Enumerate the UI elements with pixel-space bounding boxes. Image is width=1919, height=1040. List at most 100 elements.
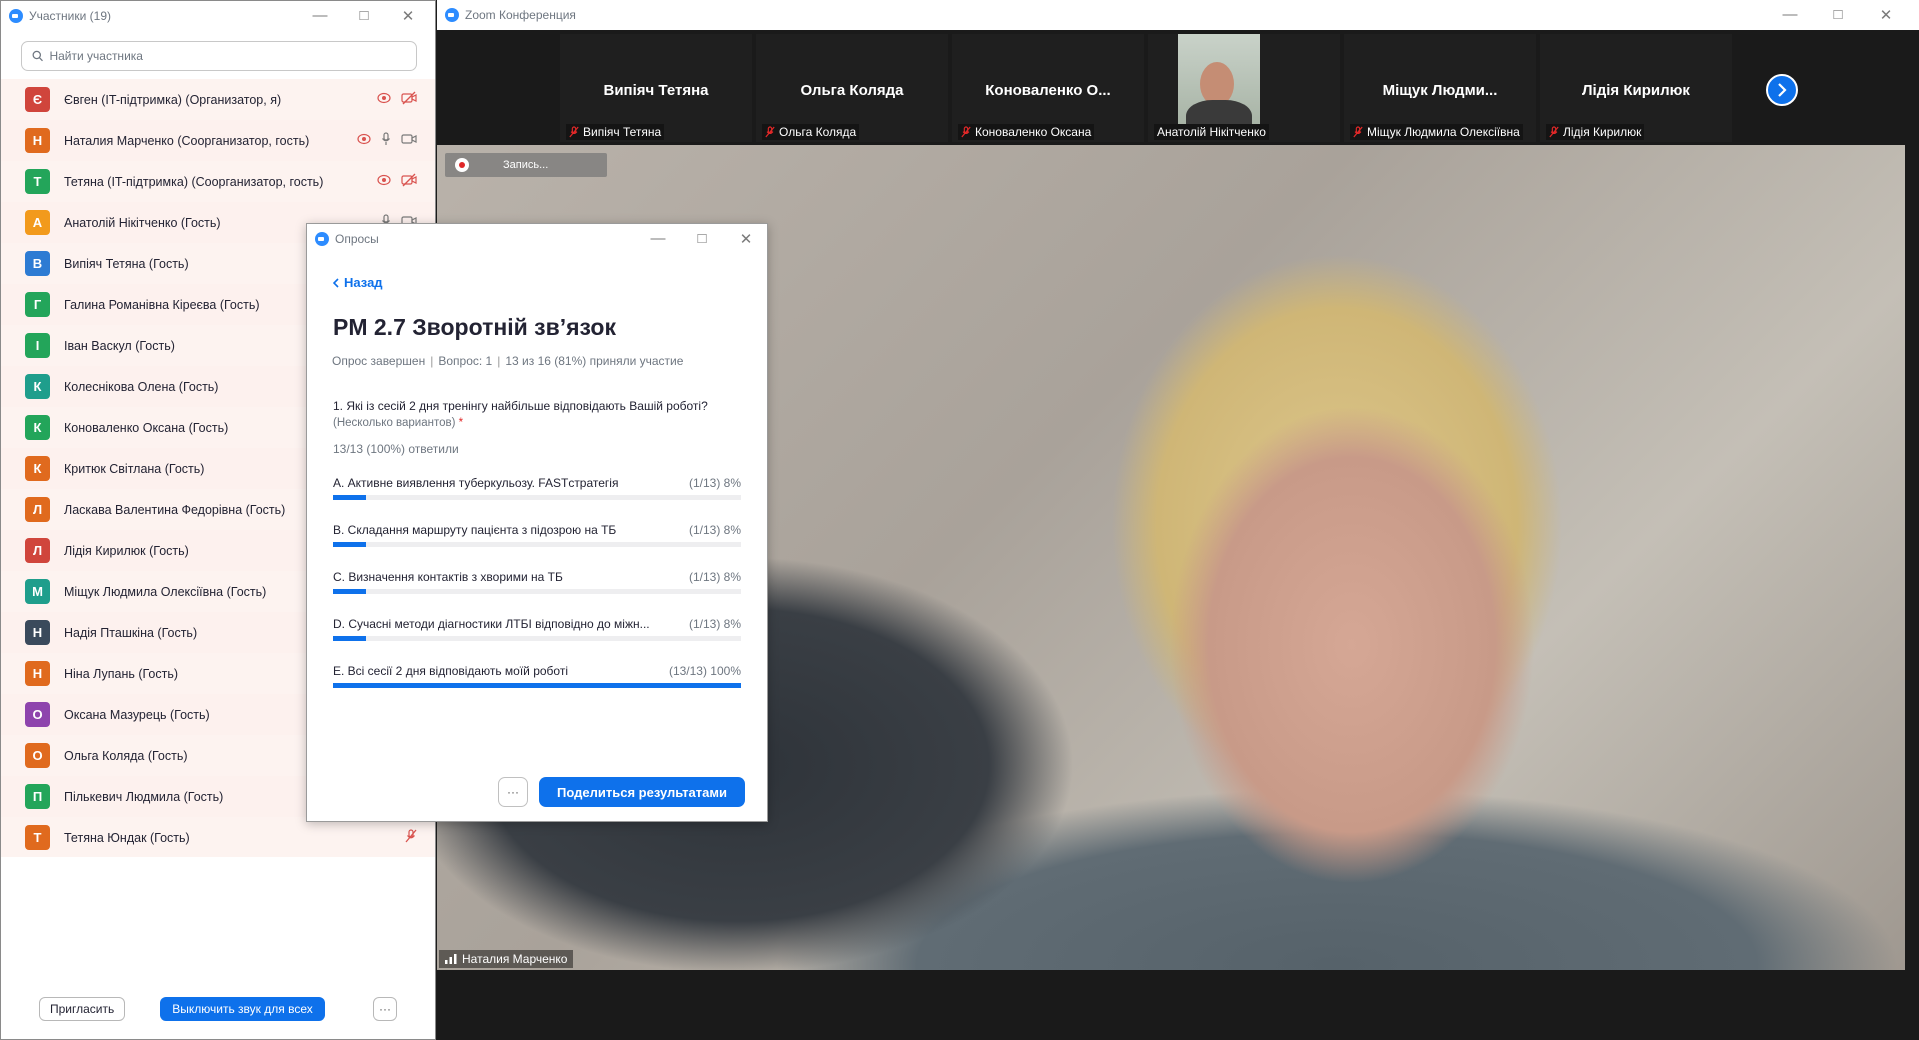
- zoom-logo-icon: [9, 9, 23, 23]
- poll-option-label: D. Сучасні методи діагностики ЛТБІ відпо…: [333, 617, 650, 631]
- poll-option-result: (1/13) 8%: [688, 617, 741, 631]
- participant-avatar: В: [25, 251, 50, 276]
- poll-status: Опрос завершен: [332, 354, 426, 368]
- thumbnail-label-text: Коноваленко Оксана: [975, 125, 1092, 139]
- video-icon[interactable]: [401, 133, 417, 148]
- participant-avatar: Н: [25, 128, 50, 153]
- poll-option-bar-fill: [333, 495, 366, 500]
- participant-avatar: К: [25, 456, 50, 481]
- back-label: Назад: [344, 275, 383, 290]
- share-icon[interactable]: [357, 133, 371, 148]
- participant-name: Тетяна (IT-підтримка) (Соорганизатор, го…: [64, 174, 324, 189]
- poll-question-hint-row: (Несколько вариантов) *: [333, 415, 743, 432]
- video-thumbnail[interactable]: Лідія Кирилюк Лідія Кирилюк: [1540, 34, 1732, 142]
- window-controls: — □ ✕: [1781, 6, 1911, 24]
- poll-title: PM 2.7 Зворотній зв’язок: [333, 314, 616, 340]
- poll-options: A. Активне виявлення туберкульозу. FASTс…: [333, 476, 741, 711]
- thumbnail-display-name: Випіяч Тетяна: [603, 82, 709, 99]
- minimize-icon[interactable]: —: [311, 7, 329, 25]
- video-off-icon[interactable]: [401, 91, 417, 108]
- participant-status-icons: [377, 173, 417, 190]
- participant-row[interactable]: Є Євген (IT-підтримка) (Организатор, я): [1, 79, 435, 120]
- poll-option-label: E. Всі сесії 2 дня відповідають моїй роб…: [333, 664, 568, 678]
- poll-option-bar-track: [333, 542, 741, 547]
- poll-option-label: C. Визначення контактів з хворими на ТБ: [333, 570, 563, 584]
- participant-search-input[interactable]: [49, 49, 406, 63]
- participant-avatar: Л: [25, 497, 50, 522]
- participant-avatar: О: [25, 702, 50, 727]
- share-icon[interactable]: [377, 174, 391, 189]
- poll-more-button[interactable]: ···: [498, 777, 528, 807]
- thumbnail-label-text: Міщук Людмила Олексіївна: [1367, 125, 1520, 139]
- poll-option-result: (13/13) 100%: [668, 664, 741, 678]
- video-thumbnail[interactable]: Анатолій Нікітченко: [1148, 34, 1340, 142]
- participant-avatar: І: [25, 333, 50, 358]
- participant-avatar: Т: [25, 169, 50, 194]
- video-thumbnail[interactable]: Коноваленко О... Коноваленко Оксана: [952, 34, 1144, 142]
- mic-off-icon[interactable]: [405, 829, 417, 846]
- participant-row[interactable]: Т Тетяна (IT-підтримка) (Соорганизатор, г…: [1, 161, 435, 202]
- recording-indicator[interactable]: Запись...: [445, 153, 607, 177]
- mute-all-button[interactable]: Выключить звук для всех: [160, 997, 325, 1021]
- polls-footer: ··· Поделиться результатами: [307, 777, 767, 807]
- close-icon[interactable]: ✕: [399, 7, 417, 25]
- poll-option: D. Сучасні методи діагностики ЛТБІ відпо…: [333, 617, 741, 664]
- share-icon[interactable]: [377, 92, 391, 107]
- video-thumbnail[interactable]: Випіяч Тетяна Випіяч Тетяна: [560, 34, 752, 142]
- participant-row[interactable]: Н Наталия Марченко (Соорганизатор, гость): [1, 120, 435, 161]
- poll-option-bar-fill: [333, 542, 366, 547]
- poll-option-bar-track: [333, 636, 741, 641]
- participant-avatar: Т: [25, 825, 50, 850]
- maximize-icon[interactable]: □: [1829, 6, 1847, 24]
- participant-avatar: К: [25, 374, 50, 399]
- thumbnail-label-text: Анатолій Нікітченко: [1157, 125, 1266, 139]
- minimize-icon[interactable]: —: [1781, 6, 1799, 24]
- share-results-button[interactable]: Поделиться результатами: [539, 777, 745, 807]
- invite-button[interactable]: Пригласить: [39, 997, 126, 1021]
- maximize-icon[interactable]: □: [693, 230, 711, 248]
- participant-avatar: Н: [25, 620, 50, 645]
- next-page-button[interactable]: [1766, 74, 1798, 106]
- participant-status-icons: [357, 132, 417, 149]
- back-link[interactable]: Назад: [333, 275, 383, 290]
- zoom-logo-icon: [445, 8, 459, 22]
- mic-icon[interactable]: [381, 132, 391, 149]
- poll-meta: Опрос завершен | Вопрос: 1 | 13 из 16 (81%) …: [332, 354, 683, 368]
- speaker-name-label: Наталия Марченко: [439, 950, 574, 968]
- poll-question-text: 1. Які із сесій 2 дня тренінгу найбільше…: [333, 399, 708, 413]
- window-controls: — □ ✕: [311, 7, 427, 25]
- poll-question: 1. Які із сесій 2 дня тренінгу найбільше…: [333, 398, 743, 432]
- thumbnail-name-label: Міщук Людмила Олексіївна: [1350, 124, 1523, 140]
- participant-name: Євген (IT-підтримка) (Организатор, я): [64, 92, 282, 107]
- close-icon[interactable]: ✕: [737, 230, 755, 248]
- thumbnail-name-label: Ольга Коляда: [762, 124, 860, 140]
- signal-bars-icon: [445, 954, 457, 964]
- poll-option-result: (1/13) 8%: [688, 570, 741, 584]
- maximize-icon[interactable]: □: [355, 7, 373, 25]
- thumbnail-display-name: Міщук Людми...: [1382, 82, 1498, 99]
- meeting-titlebar: Zoom Конференция — □ ✕: [437, 0, 1919, 30]
- thumbnail-name-label: Коноваленко Оксана: [958, 124, 1095, 140]
- video-thumbnail[interactable]: Міщук Людми... Міщук Людмила Олексіївна: [1344, 34, 1536, 142]
- poll-option-result: (1/13) 8%: [688, 523, 741, 537]
- participant-name: Тетяна Юндак (Гость): [64, 830, 190, 845]
- poll-option-bar-track: [333, 495, 741, 500]
- participant-search-box[interactable]: [21, 41, 417, 71]
- participant-avatar: Є: [25, 87, 50, 112]
- poll-option: A. Активне виявлення туберкульозу. FASTс…: [333, 476, 741, 523]
- close-icon[interactable]: ✕: [1877, 6, 1895, 24]
- thumbnail-name-label: Анатолій Нікітченко: [1154, 124, 1269, 140]
- poll-option: E. Всі сесії 2 дня відповідають моїй роб…: [333, 664, 741, 711]
- participant-avatar: М: [25, 579, 50, 604]
- participants-more-button[interactable]: ···: [373, 997, 397, 1021]
- minimize-icon[interactable]: —: [649, 230, 667, 248]
- participant-row[interactable]: Т Тетяна Юндак (Гость): [1, 817, 435, 857]
- video-thumbnail[interactable]: Ольга Коляда Ольга Коляда: [756, 34, 948, 142]
- mic-off-icon: [569, 126, 579, 138]
- polls-dialog: Опросы — □ ✕ Назад PM 2.7 Зворотній зв’я…: [306, 223, 768, 822]
- participants-window-title: Участники (19): [29, 9, 112, 23]
- poll-option-label: B. Складання маршруту пацієнта з підозро…: [333, 523, 617, 537]
- video-off-icon[interactable]: [401, 173, 417, 190]
- thumbnail-display-name: Коноваленко О...: [985, 82, 1111, 99]
- thumbnail-label-text: Ольга Коляда: [779, 125, 857, 139]
